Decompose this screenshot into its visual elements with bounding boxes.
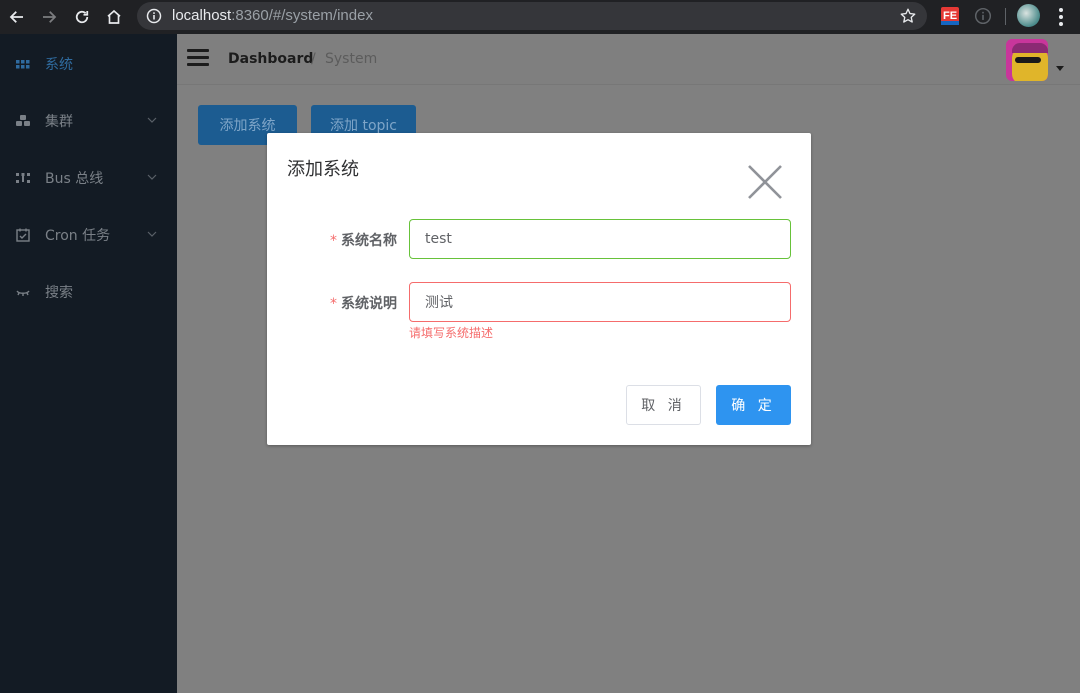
sidebar-item-label: Bus 总线 (45, 171, 104, 187)
hamburger-menu-icon[interactable] (187, 49, 209, 69)
chevron-down-icon (147, 231, 157, 237)
grid-icon (16, 57, 30, 71)
url-host: localhost (172, 7, 232, 24)
profile-avatar-icon[interactable] (1017, 4, 1040, 27)
sidebar-item-label: 系统 (45, 57, 73, 73)
sidebar-item-label: 搜索 (45, 285, 73, 301)
browser-toolbar: localhost:8360/#/system/index FE (0, 0, 1080, 34)
sidebar-item-bus[interactable]: Bus 总线 (0, 150, 177, 206)
add-system-dialog: 添加系统 * 系统名称 test * 系统说明 测试 请填写系统描述 取 消 确 定 (267, 133, 811, 445)
home-icon[interactable] (100, 3, 128, 31)
field-label-system-name: * 系统名称 (330, 233, 397, 249)
url-path: :8360/#/system/index (231, 7, 373, 24)
sidebar-item-cron[interactable]: Cron 任务 (0, 207, 177, 263)
breadcrumb-separator: / (311, 51, 316, 67)
required-mark: * (330, 233, 337, 249)
back-icon[interactable] (3, 3, 31, 31)
close-icon[interactable] (745, 162, 785, 202)
extension-info-icon[interactable] (974, 7, 992, 25)
field-error-message: 请填写系统描述 (409, 326, 494, 340)
caret-down-icon[interactable] (1056, 66, 1064, 72)
sidebar: 系统 集群 Bus 总线 Cron 任务 搜索 (0, 34, 177, 693)
url-text: localhost:8360/#/system/index (172, 7, 373, 24)
field-label-system-desc: * 系统说明 (330, 296, 397, 312)
toolbar-divider (1005, 8, 1006, 25)
confirm-button[interactable]: 确 定 (716, 385, 791, 425)
top-navbar: Dashboard / System (177, 34, 1080, 85)
sidebar-item-label: Cron 任务 (45, 228, 111, 244)
chevron-down-icon (147, 174, 157, 180)
forward-icon[interactable] (35, 3, 63, 31)
address-bar[interactable]: localhost:8360/#/system/index (137, 2, 927, 30)
reload-icon[interactable] (68, 3, 96, 31)
cluster-icon (16, 114, 30, 128)
fe-extension-icon[interactable]: FE (941, 7, 959, 25)
user-avatar[interactable] (1006, 39, 1048, 81)
cancel-button[interactable]: 取 消 (626, 385, 701, 425)
breadcrumb-current: System (325, 51, 378, 67)
bookmark-star-icon[interactable] (899, 7, 917, 25)
kebab-menu-icon[interactable] (1052, 6, 1070, 28)
bus-icon (16, 171, 30, 185)
sidebar-item-label: 集群 (45, 114, 73, 130)
dialog-title: 添加系统 (287, 159, 359, 180)
sidebar-item-cluster[interactable]: 集群 (0, 93, 177, 149)
required-mark: * (330, 296, 337, 312)
chevron-down-icon (147, 117, 157, 123)
system-name-input[interactable]: test (409, 219, 791, 259)
search-icon (16, 285, 30, 299)
sidebar-item-system[interactable]: 系统 (0, 36, 177, 92)
breadcrumb-home[interactable]: Dashboard (228, 51, 313, 67)
sidebar-item-search[interactable]: 搜索 (0, 264, 177, 320)
info-icon[interactable] (146, 8, 162, 24)
calendar-icon (16, 228, 30, 242)
system-desc-input[interactable]: 测试 (409, 282, 791, 322)
